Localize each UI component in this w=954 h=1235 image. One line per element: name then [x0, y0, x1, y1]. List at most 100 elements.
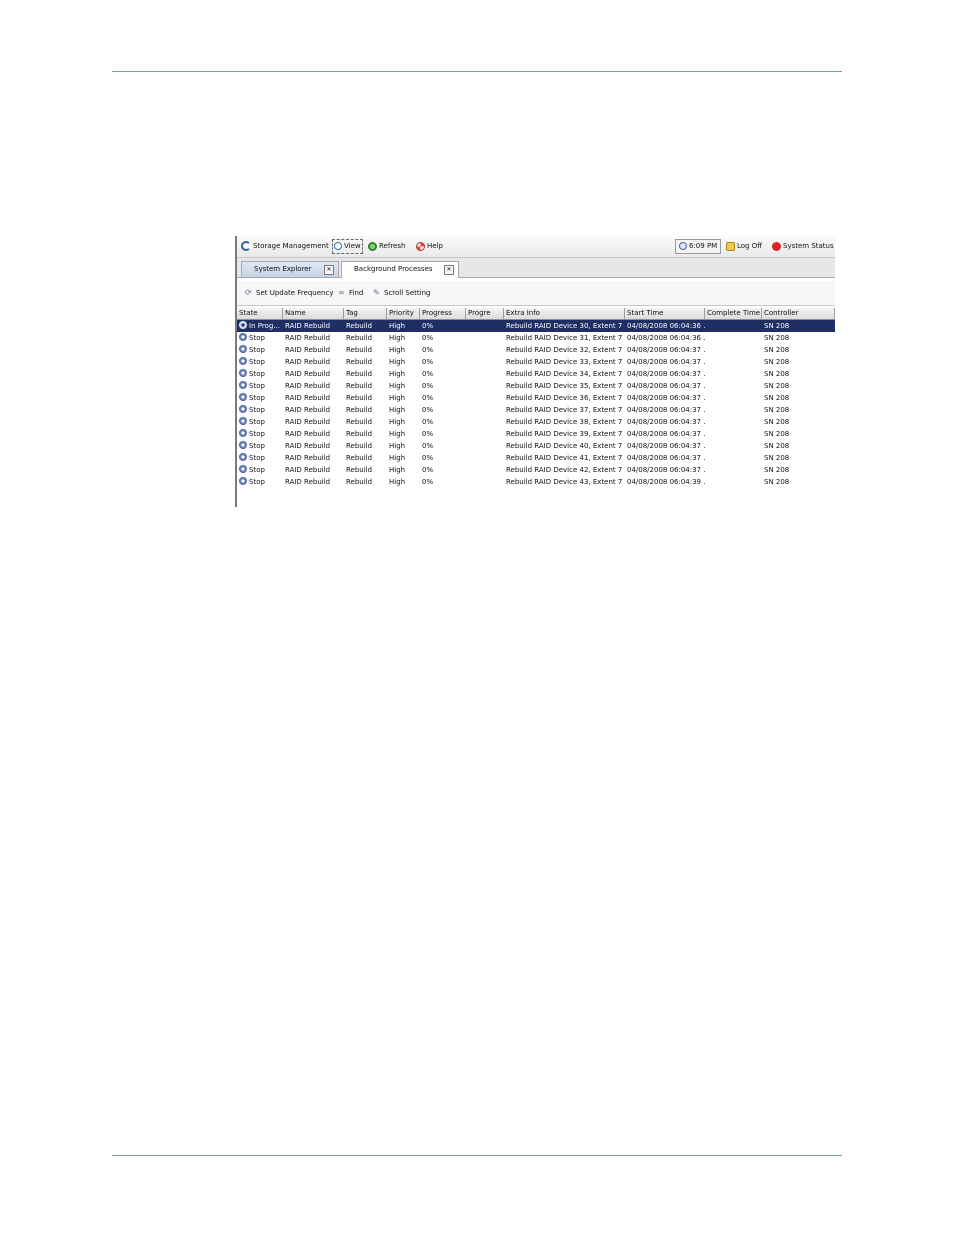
set-update-frequency-label: Set Update Frequency [256, 289, 334, 297]
table-row[interactable]: In Prog... RAID Rebuild Rebuild High 0% Rebui… [237, 320, 835, 332]
tab-background-processes[interactable]: Background Processes ✕ [341, 261, 459, 278]
table-row[interactable]: Stop RAID Rebuild Rebuild High 0% Rebuild RAI… [237, 368, 835, 380]
table-row[interactable]: Stop RAID Rebuild Rebuild High 0% Rebuild RAI… [237, 380, 835, 392]
gear-icon [239, 321, 247, 329]
col-extra-info-cell: Rebuild RAID Device 42, Extent 7 [506, 466, 623, 474]
header-col-controller[interactable]: Controller [762, 308, 835, 319]
clock-time: 6:09 PM [689, 242, 718, 250]
col-tag-cell: Rebuild [346, 370, 373, 378]
close-icon[interactable]: ✕ [444, 265, 454, 275]
col-complete-time-cell [705, 368, 762, 380]
find-label: Find [349, 289, 364, 297]
header-col-priority[interactable]: Priority [387, 308, 420, 319]
col-progress-2-cell [466, 368, 504, 380]
gear-icon [239, 369, 247, 377]
gear-icon [239, 357, 247, 365]
col-progress-cell: 0% [422, 322, 434, 330]
col-tag-cell: Rebuild [346, 478, 373, 486]
col-tag-cell: Rebuild [346, 394, 373, 402]
col-name-cell: RAID Rebuild [285, 370, 331, 378]
col-extra-info-cell: Rebuild RAID Device 36, Extent 7 [506, 394, 623, 402]
col-priority-cell: High [389, 346, 406, 354]
col-controller-cell: SN 208 [764, 358, 790, 366]
col-priority-cell: High [389, 334, 406, 342]
col-progress-cell: 0% [422, 430, 434, 438]
table-row[interactable]: Stop RAID Rebuild Rebuild High 0% Rebuild RAI… [237, 344, 835, 356]
find-button[interactable]: ∞ Find [338, 288, 363, 299]
col-name-cell: RAID Rebuild [285, 430, 331, 438]
table-row[interactable]: Stop RAID Rebuild Rebuild High 0% Rebuild RAI… [237, 356, 835, 368]
gear-icon [239, 441, 247, 449]
storage-management-icon [241, 241, 251, 251]
col-controller-cell: SN 208 [764, 394, 790, 402]
table-row[interactable]: Stop RAID Rebuild Rebuild High 0% Rebuild RAI… [237, 464, 835, 476]
table-row[interactable]: Stop RAID Rebuild Rebuild High 0% Rebuild RAI… [237, 476, 835, 488]
header-col-state[interactable]: State [237, 308, 283, 319]
col-priority-cell: High [389, 418, 406, 426]
tab-label: Background Processes [354, 265, 433, 273]
col-start-time-cell: 04/08/2008 06:04:37 ... [627, 466, 705, 474]
col-name-cell: RAID Rebuild [285, 346, 331, 354]
col-progress-2-cell [466, 356, 504, 368]
storage-management-button[interactable]: Storage Management [241, 241, 329, 252]
application-window: Storage Management View Refresh Help 6:0… [235, 236, 835, 507]
table-row[interactable]: Stop RAID Rebuild Rebuild High 0% Rebuild RAI… [237, 416, 835, 428]
log-off-button[interactable]: Log Off [726, 241, 762, 252]
col-start-time-cell: 04/08/2008 06:04:37 ... [627, 418, 705, 426]
state-label: Stop [249, 394, 265, 402]
help-button[interactable]: Help [416, 241, 443, 252]
table-row[interactable]: Stop RAID Rebuild Rebuild High 0% Rebuild RAI… [237, 404, 835, 416]
col-state-cell: In Prog... [237, 320, 283, 332]
header-col-start-time[interactable]: Start Time [625, 308, 705, 319]
header-col-extra-info[interactable]: Extra Info [504, 308, 625, 319]
col-complete-time-cell [705, 380, 762, 392]
col-controller-cell: SN 208 [764, 370, 790, 378]
col-complete-time-cell [705, 464, 762, 476]
col-controller-cell: SN 208 [764, 478, 790, 486]
col-progress-cell: 0% [422, 466, 434, 474]
col-progress-2-cell [466, 344, 504, 356]
header-col-progress-2[interactable]: Progre [466, 308, 504, 319]
scroll-setting-label: Scroll Setting [384, 289, 431, 297]
scroll-setting-button[interactable]: ✎ Scroll Setting [373, 288, 430, 299]
header-col-name[interactable]: Name [283, 308, 344, 319]
set-update-frequency-button[interactable]: ⟳ Set Update Frequency [245, 288, 333, 299]
table-row[interactable]: Stop RAID Rebuild Rebuild High 0% Rebuild RAI… [237, 392, 835, 404]
col-complete-time-cell [705, 416, 762, 428]
col-extra-info-cell: Rebuild RAID Device 38, Extent 7 [506, 418, 623, 426]
header-col-progress[interactable]: Progress [420, 308, 466, 319]
col-complete-time-cell [705, 344, 762, 356]
col-controller-cell: SN 208 [764, 346, 790, 354]
col-name-cell: RAID Rebuild [285, 394, 331, 402]
col-priority-cell: High [389, 406, 406, 414]
view-button[interactable]: View [332, 239, 363, 254]
col-tag-cell: Rebuild [346, 442, 373, 450]
col-start-time-cell: 04/08/2008 06:04:36 ... [627, 322, 705, 330]
tab-system-explorer[interactable]: System Explorer ✕ [241, 261, 339, 277]
col-start-time-cell: 04/08/2008 06:04:39 ... [627, 478, 705, 486]
col-extra-info-cell: Rebuild RAID Device 31, Extent 7 [506, 334, 623, 342]
header-col-complete-time[interactable]: Complete Time [705, 308, 762, 319]
gear-icon [239, 381, 247, 389]
col-complete-time-cell [705, 476, 762, 488]
table-row[interactable]: Stop RAID Rebuild Rebuild High 0% Rebuild RAI… [237, 428, 835, 440]
col-state-cell: Stop [237, 392, 283, 404]
col-start-time-cell: 04/08/2008 06:04:37 ... [627, 406, 705, 414]
close-icon[interactable]: ✕ [324, 265, 334, 275]
table-row[interactable]: Stop RAID Rebuild Rebuild High 0% Rebuild RAI… [237, 440, 835, 452]
clock-display: 6:09 PM [675, 239, 722, 254]
refresh-button[interactable]: Refresh [368, 241, 405, 252]
col-complete-time-cell [705, 392, 762, 404]
col-controller-cell: SN 208 [764, 466, 790, 474]
col-start-time-cell: 04/08/2008 06:04:37 ... [627, 382, 705, 390]
col-progress-cell: 0% [422, 382, 434, 390]
col-priority-cell: High [389, 394, 406, 402]
table-row[interactable]: Stop RAID Rebuild Rebuild High 0% Rebuild RAI… [237, 452, 835, 464]
header-col-tag[interactable]: Tag [344, 308, 387, 319]
col-tag-cell: Rebuild [346, 334, 373, 342]
col-progress-2-cell [466, 380, 504, 392]
system-status-button[interactable]: System Status [772, 241, 834, 252]
table-row[interactable]: Stop RAID Rebuild Rebuild High 0% Rebuild RAI… [237, 332, 835, 344]
col-progress-2-cell [466, 332, 504, 344]
state-label: Stop [249, 406, 265, 414]
